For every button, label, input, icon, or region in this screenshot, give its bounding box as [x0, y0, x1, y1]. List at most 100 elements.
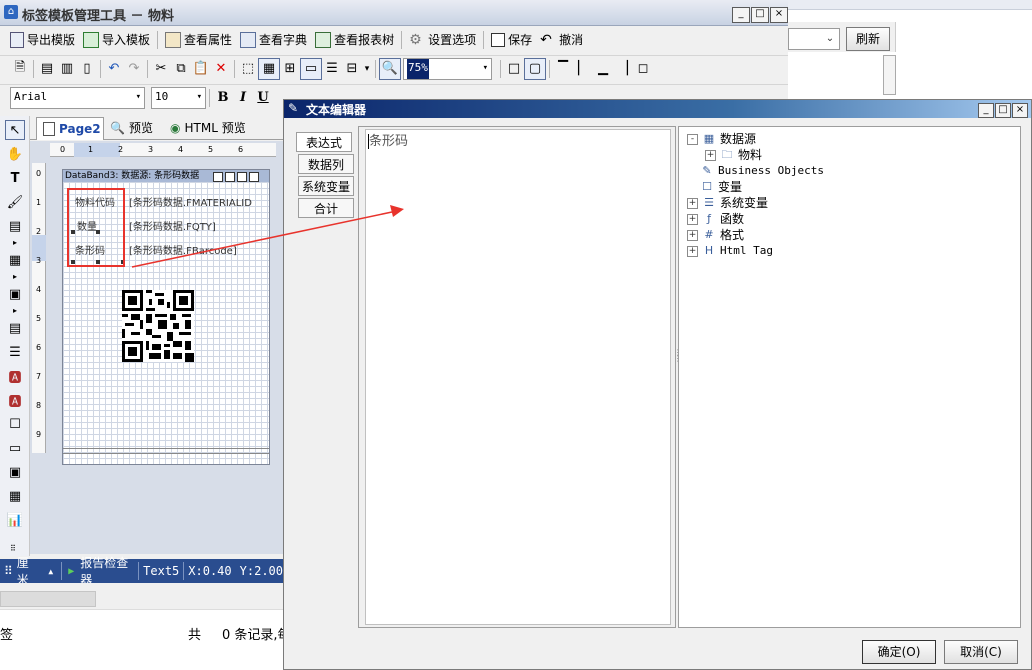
expand-icon[interactable]: +: [705, 149, 716, 161]
cross-band-icon[interactable]: ▦: [5, 250, 25, 270]
band-option-icon[interactable]: [249, 172, 259, 182]
chevron-down-icon[interactable]: ▾: [197, 88, 205, 108]
bold-button[interactable]: B: [213, 88, 233, 108]
tab-data-columns[interactable]: 数据列: [298, 154, 354, 174]
system-text-icon[interactable]: 🅰: [5, 390, 25, 410]
text-tool-icon[interactable]: T: [5, 168, 25, 188]
expand-icon[interactable]: +: [687, 197, 698, 209]
rich-text-icon[interactable]: ☰: [5, 342, 25, 362]
new-page-icon[interactable]: ▤: [37, 59, 57, 79]
border-box-icon[interactable]: □: [504, 59, 524, 79]
refresh-button[interactable]: 刷新: [846, 27, 890, 51]
align-grid-icon[interactable]: ⊞: [280, 59, 300, 79]
cut-icon[interactable]: ✂: [151, 59, 171, 79]
show-grid-icon[interactable]: ▦: [258, 57, 280, 80]
tab-html-preview[interactable]: ◉ HTML 预览: [170, 119, 246, 136]
zoom-page-icon[interactable]: 🔍: [379, 57, 401, 80]
font-size-combo[interactable]: 10 ▾: [151, 86, 206, 109]
copy-icon[interactable]: ⧉: [171, 59, 191, 79]
tree-item[interactable]: + ƒ 函数: [687, 211, 1020, 227]
page-icon[interactable]: ▯: [77, 59, 97, 79]
show-headers-icon[interactable]: ▭: [300, 57, 322, 80]
tab-page2[interactable]: Page2: [36, 117, 104, 140]
value-quantity[interactable]: [条形码数据.FQTY]: [129, 218, 259, 233]
band-option-icon[interactable]: [213, 172, 223, 182]
border-bottom-icon[interactable]: ▁: [593, 59, 613, 79]
band-option-icon[interactable]: [225, 172, 235, 182]
save-button[interactable]: 保存: [487, 29, 536, 51]
tree-item[interactable]: ☐ 变量: [687, 179, 1020, 195]
close-button[interactable]: ×: [770, 7, 788, 23]
chevron-down-icon[interactable]: ▾: [362, 59, 372, 79]
tab-preview[interactable]: 🔍 预览: [110, 119, 153, 136]
expand-icon[interactable]: +: [687, 213, 698, 225]
tree-item[interactable]: + H Html Tag: [687, 243, 1020, 259]
chevron-down-icon[interactable]: ▾: [483, 59, 491, 79]
border-right-icon[interactable]: ▕: [613, 59, 633, 79]
select-all-icon[interactable]: ⬚: [238, 59, 258, 79]
italic-button[interactable]: I: [233, 88, 253, 108]
format-painter-icon[interactable]: 🖌: [5, 192, 25, 212]
expand-icon[interactable]: +: [687, 229, 698, 241]
hand-icon[interactable]: ✋: [5, 144, 25, 164]
qr-code-image[interactable]: [122, 290, 194, 362]
collapse-icon[interactable]: -: [687, 133, 698, 145]
tree-item[interactable]: + # 格式: [687, 227, 1020, 243]
undo-button[interactable]: ↶ 撤消: [536, 29, 587, 51]
shape-icon[interactable]: ▭: [5, 438, 25, 458]
panel-icon[interactable]: ▣: [5, 284, 25, 304]
border-left-icon[interactable]: ▏: [573, 59, 593, 79]
dialog-minimize-button[interactable]: _: [978, 103, 994, 118]
band-option-icon[interactable]: [237, 172, 247, 182]
zoom-combo[interactable]: 75% ▾: [403, 57, 492, 80]
horizontal-scrollbar[interactable]: [0, 591, 96, 607]
delete-icon[interactable]: ✕: [211, 59, 231, 79]
chevron-down-icon[interactable]: ⌄: [822, 30, 838, 48]
pointer-icon[interactable]: ↖: [5, 120, 25, 140]
dialog-close-button[interactable]: ×: [1012, 103, 1028, 118]
chevron-down-icon[interactable]: ▾: [136, 88, 144, 108]
tab-expression[interactable]: 表达式: [296, 132, 352, 152]
redo-icon[interactable]: ↷: [124, 59, 144, 79]
maximize-button[interactable]: □: [751, 7, 769, 23]
image-icon[interactable]: 🅰: [5, 366, 25, 386]
page-setup-icon[interactable]: 🗎: [10, 59, 30, 79]
paste-icon[interactable]: 📋: [191, 59, 211, 79]
value-material-id[interactable]: [条形码数据.FMATERIALID: [129, 194, 259, 209]
delete-page-icon[interactable]: ▥: [57, 59, 77, 79]
import-template-button[interactable]: 导入模板: [79, 29, 154, 51]
chevron-up-icon[interactable]: ▲: [38, 567, 61, 576]
font-name-combo[interactable]: Arial ▾: [10, 86, 145, 109]
border-shadow-icon[interactable]: ▢: [524, 57, 546, 80]
tree-item[interactable]: + ☰ 系统变量: [687, 195, 1020, 211]
sub-report-icon[interactable]: ▣: [5, 462, 25, 482]
layout-icon[interactable]: ⊟: [342, 59, 362, 79]
tab-system-variables[interactable]: 系统变量: [298, 176, 354, 196]
underline-button[interactable]: U: [253, 88, 273, 108]
tree-item[interactable]: - ▦ 数据源: [687, 131, 1020, 147]
arrange-icon[interactable]: ☰: [322, 59, 342, 79]
band-icon[interactable]: ▤: [5, 216, 25, 236]
expression-textarea[interactable]: 条形码: [365, 129, 671, 625]
value-barcode[interactable]: [条形码数据.FBarcode]: [129, 242, 259, 257]
tree-item[interactable]: + 🗀 物料: [687, 147, 1020, 163]
settings-button[interactable]: ⚙ 设置选项: [405, 29, 480, 51]
ok-button[interactable]: 确定(O): [862, 640, 936, 664]
undo-icon[interactable]: ↶: [104, 59, 124, 79]
chart-icon[interactable]: 📊: [5, 510, 25, 530]
tab-totals[interactable]: 合计: [298, 198, 354, 218]
expand-icon[interactable]: +: [687, 245, 698, 257]
table-icon[interactable]: ▦: [5, 486, 25, 506]
dialog-maximize-button[interactable]: □: [995, 103, 1011, 118]
export-template-button[interactable]: 导出模版: [6, 29, 79, 51]
checkbox-component-icon[interactable]: ☐: [5, 414, 25, 434]
minimize-button[interactable]: _: [732, 7, 750, 23]
border-top-icon[interactable]: ▔: [553, 59, 573, 79]
tree-item[interactable]: ✎ Business Objects: [687, 163, 1020, 179]
border-none-icon[interactable]: ◻: [633, 59, 653, 79]
view-report-tree-button[interactable]: 查看报表树: [311, 29, 398, 51]
cancel-button[interactable]: 取消(C): [944, 640, 1018, 664]
text-component-icon[interactable]: ▤: [5, 318, 25, 338]
view-properties-button[interactable]: 查看属性: [161, 29, 236, 51]
view-dictionary-button[interactable]: 查看字典: [236, 29, 311, 51]
